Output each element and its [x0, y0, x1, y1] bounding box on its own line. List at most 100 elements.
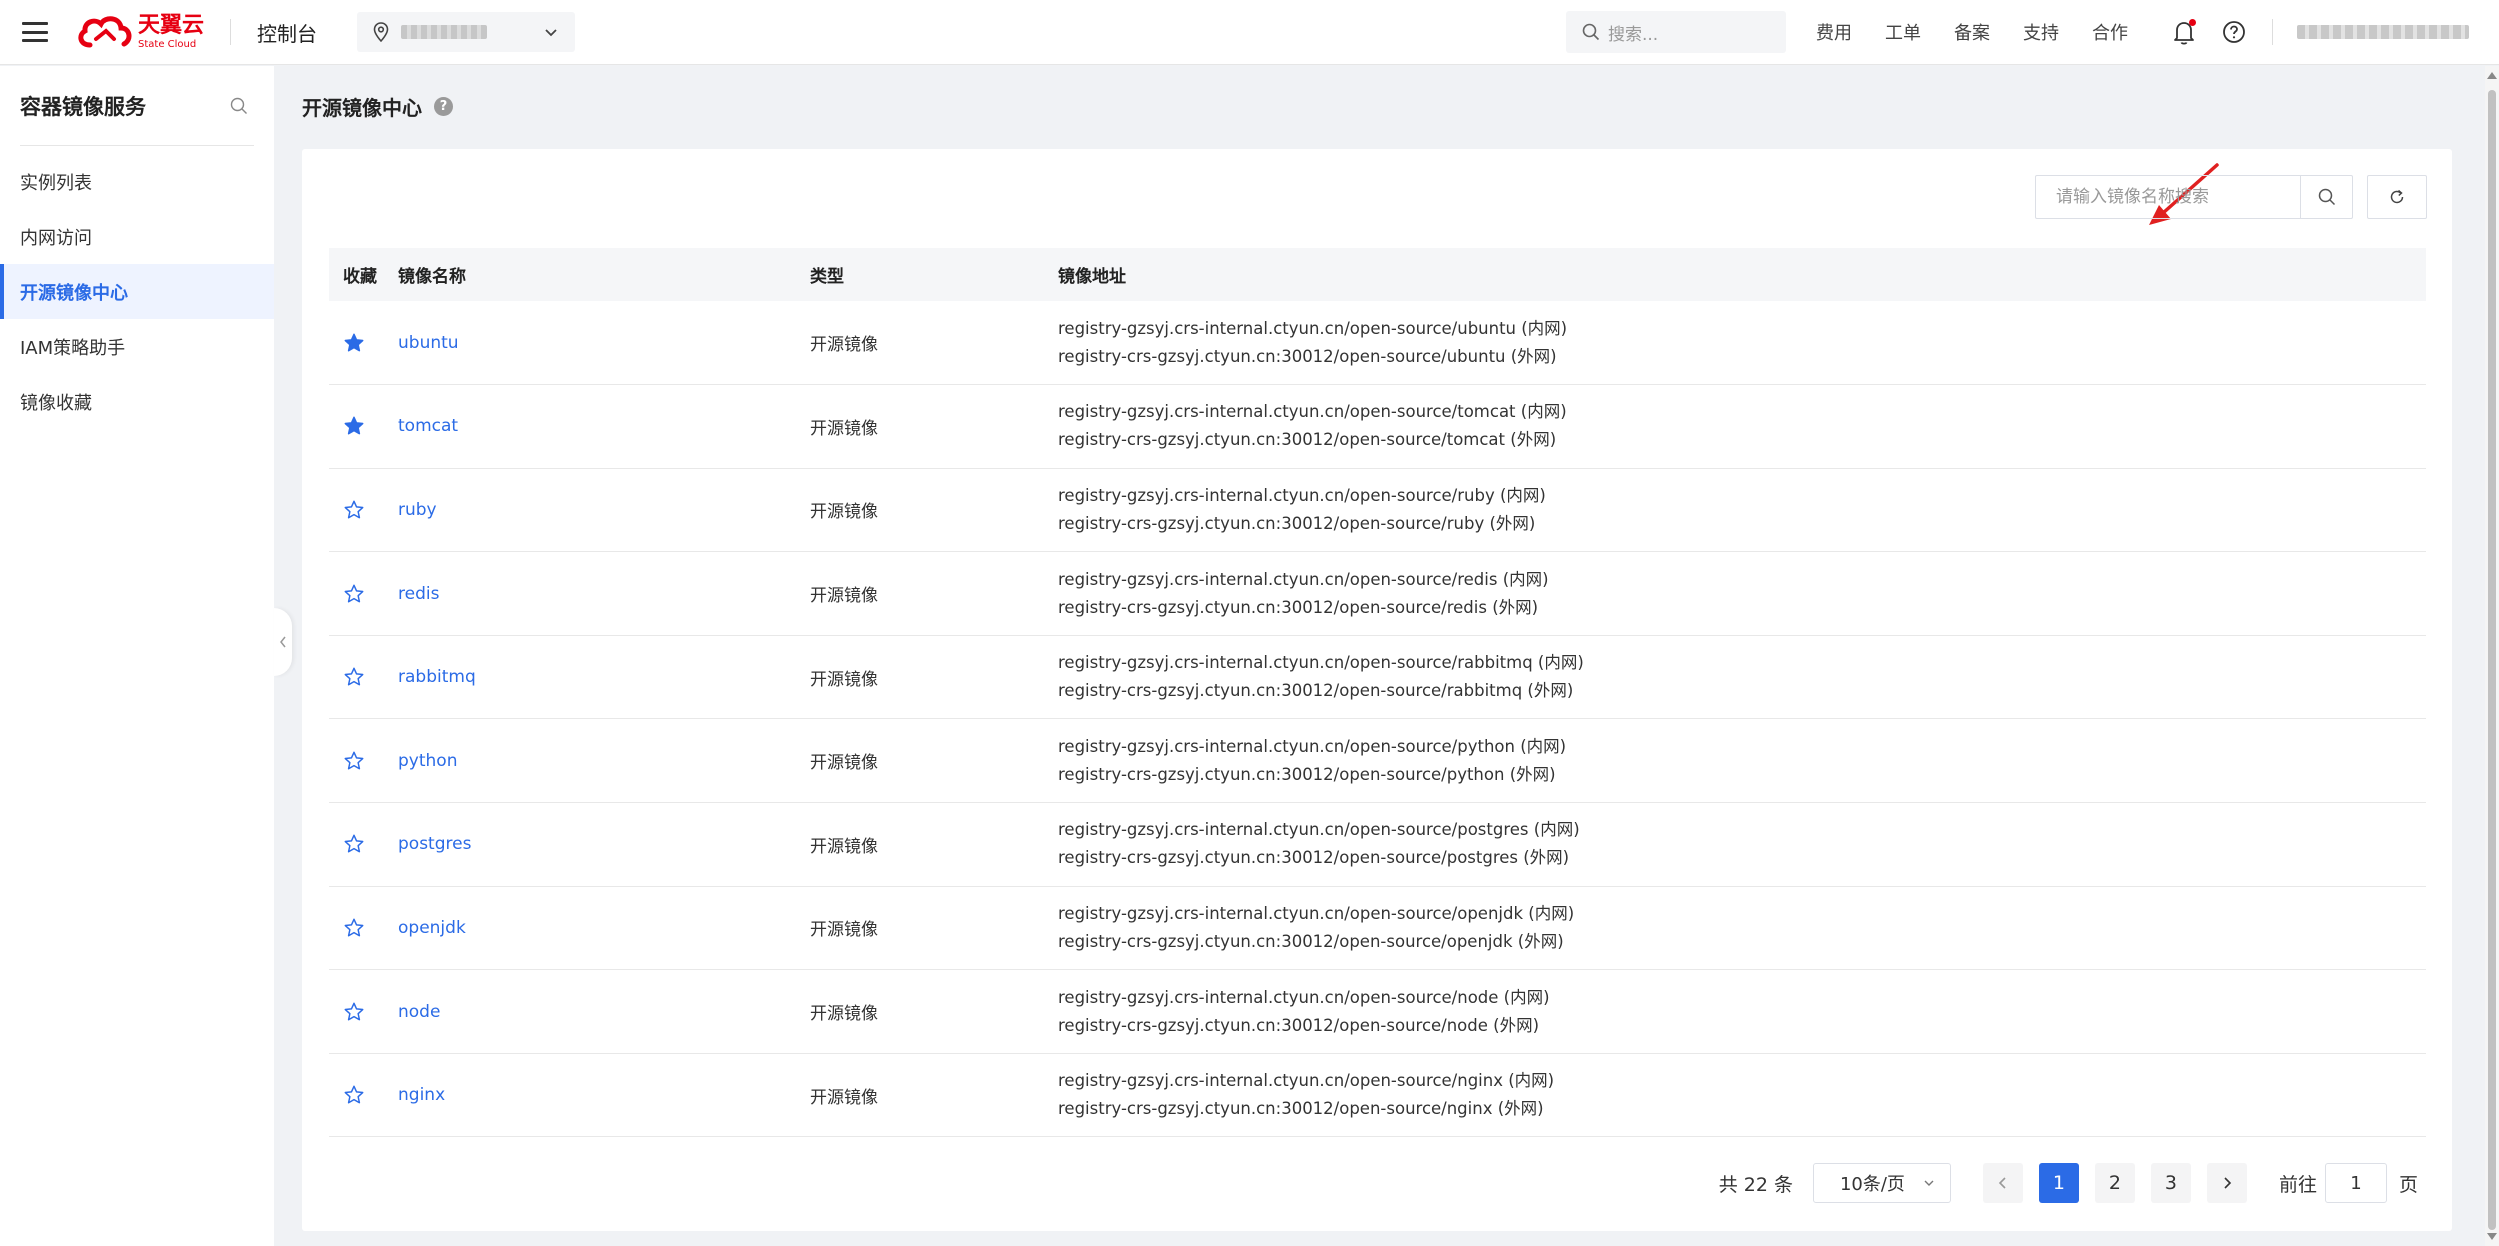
image-name-link[interactable]: nginx — [398, 1085, 445, 1105]
location-pin-icon — [373, 22, 389, 42]
search-icon — [2318, 188, 2335, 206]
image-type: 开源镜像 — [810, 335, 878, 356]
chevron-down-icon — [1924, 1180, 1934, 1186]
table-row: node 开源镜像 registry-gzsyj.crs-internal.ct… — [329, 970, 2426, 1054]
chevron-down-icon — [545, 29, 557, 37]
top-bar: 天翼云 State Cloud 控制台 搜索... 费用 工单 备案 支持 合作 — [0, 0, 2499, 65]
image-name-link[interactable]: python — [398, 751, 457, 771]
page-button-1[interactable]: 1 — [2038, 1163, 2079, 1203]
total-count: 共 22 条 — [1718, 1173, 1793, 1196]
table-row: python 开源镜像 registry-gzsyj.crs-internal.… — [329, 719, 2426, 803]
image-name-link[interactable]: redis — [398, 584, 439, 604]
star-icon[interactable] — [343, 583, 365, 605]
star-icon[interactable] — [343, 499, 365, 521]
sidebar-item-open-source-images[interactable]: 开源镜像中心 — [0, 264, 274, 319]
image-name-link[interactable]: node — [398, 1002, 440, 1022]
sidebar-item-iam-helper[interactable]: IAM策略助手 — [0, 319, 274, 374]
page-scrollbar[interactable] — [2485, 66, 2499, 1246]
address-external: registry-crs-gzsyj.ctyun.cn:30012/open-s… — [1058, 513, 1536, 533]
user-account-redacted[interactable] — [2297, 25, 2469, 39]
logo-text: 天翼云 — [138, 12, 205, 38]
star-icon[interactable] — [343, 332, 365, 354]
address-external: registry-crs-gzsyj.ctyun.cn:30012/open-s… — [1058, 848, 1570, 868]
help-icon[interactable]: ? — [434, 97, 453, 116]
page-size-select[interactable]: 10条/页 — [1812, 1163, 1951, 1203]
image-name-link[interactable]: openjdk — [398, 918, 466, 938]
region-name-redacted — [401, 25, 488, 39]
table-row: rabbitmq 开源镜像 registry-gzsyj.crs-interna… — [329, 635, 2426, 719]
divider — [2272, 19, 2273, 45]
help-icon[interactable] — [2222, 20, 2246, 44]
next-page-button[interactable] — [2206, 1163, 2247, 1203]
image-name-link[interactable]: tomcat — [398, 416, 458, 436]
nav-filing[interactable]: 备案 — [1954, 19, 1990, 45]
cloud-logo-icon — [78, 16, 132, 48]
image-name-link[interactable]: ruby — [398, 500, 437, 520]
region-select[interactable] — [357, 12, 576, 52]
image-name-link[interactable]: ubuntu — [398, 333, 459, 353]
refresh-button[interactable] — [2367, 175, 2427, 219]
sidebar: 容器镜像服务 实例列表 内网访问 开源镜像中心 IAM策略助手 镜像收藏 — [0, 66, 274, 1246]
table-row: openjdk 开源镜像 registry-gzsyj.crs-internal… — [329, 886, 2426, 970]
address-internal: registry-gzsyj.crs-internal.ctyun.cn/ope… — [1058, 318, 1568, 338]
image-search-box — [2035, 175, 2353, 219]
search-icon[interactable] — [230, 97, 248, 115]
search-button[interactable] — [2300, 176, 2352, 218]
table-row: tomcat 开源镜像 registry-gzsyj.crs-internal.… — [329, 385, 2426, 469]
image-name-link[interactable]: rabbitmq — [398, 667, 476, 687]
sidebar-collapse-handle[interactable] — [274, 608, 292, 676]
address-external: registry-crs-gzsyj.ctyun.cn:30012/open-s… — [1058, 764, 1556, 784]
address-internal: registry-gzsyj.crs-internal.ctyun.cn/ope… — [1058, 736, 1567, 756]
sidebar-title: 容器镜像服务 — [20, 94, 146, 119]
table-row: redis 开源镜像 registry-gzsyj.crs-internal.c… — [329, 552, 2426, 636]
scroll-up-icon[interactable] — [2487, 72, 2497, 79]
address-internal: registry-gzsyj.crs-internal.ctyun.cn/ope… — [1058, 569, 1549, 589]
sidebar-item-favorites[interactable]: 镜像收藏 — [0, 374, 274, 429]
image-type: 开源镜像 — [810, 418, 878, 439]
sidebar-item-internal-access[interactable]: 内网访问 — [0, 209, 274, 264]
logo[interactable]: 天翼云 State Cloud — [76, 12, 204, 52]
star-icon[interactable] — [343, 666, 365, 688]
image-name-link[interactable]: postgres — [398, 834, 471, 854]
image-type: 开源镜像 — [810, 920, 878, 941]
nav-support[interactable]: 支持 — [2023, 19, 2059, 45]
address-internal: registry-gzsyj.crs-internal.ctyun.cn/ope… — [1058, 820, 1580, 840]
star-icon[interactable] — [343, 750, 365, 772]
table-row: postgres 开源镜像 registry-gzsyj.crs-interna… — [329, 803, 2426, 887]
page-title: 开源镜像中心 — [302, 96, 422, 120]
star-icon[interactable] — [343, 833, 365, 855]
menu-icon[interactable] — [22, 22, 48, 42]
prev-page-button[interactable] — [1982, 1163, 2023, 1203]
chevron-left-icon — [1998, 1177, 2006, 1189]
col-type: 类型 — [810, 267, 844, 287]
scroll-thumb[interactable] — [2488, 90, 2496, 1230]
scroll-down-icon[interactable] — [2487, 1233, 2497, 1240]
nav-tickets[interactable]: 工单 — [1885, 19, 1921, 45]
address-internal: registry-gzsyj.crs-internal.ctyun.cn/ope… — [1058, 485, 1546, 505]
star-icon[interactable] — [343, 415, 365, 437]
address-external: registry-crs-gzsyj.ctyun.cn:30012/open-s… — [1058, 597, 1539, 617]
content-card: 收藏 镜像名称 类型 镜像地址 ubuntu 开源镜像 registry-gzs… — [302, 149, 2452, 1231]
bell-icon[interactable] — [2172, 19, 2196, 45]
address-external: registry-crs-gzsyj.ctyun.cn:30012/open-s… — [1058, 430, 1557, 450]
notification-dot — [2189, 19, 2196, 26]
image-search-input[interactable] — [2036, 176, 2300, 218]
page-button-3[interactable]: 3 — [2150, 1163, 2191, 1203]
address-internal: registry-gzsyj.crs-internal.ctyun.cn/ope… — [1058, 987, 1550, 1007]
image-table: 收藏 镜像名称 类型 镜像地址 ubuntu 开源镜像 registry-gzs… — [329, 248, 2426, 1137]
col-address: 镜像地址 — [1058, 267, 1126, 287]
col-favorite: 收藏 — [343, 267, 377, 287]
address-external: registry-crs-gzsyj.ctyun.cn:30012/open-s… — [1058, 1015, 1540, 1035]
nav-fees[interactable]: 费用 — [1816, 19, 1852, 45]
nav-partners[interactable]: 合作 — [2092, 19, 2128, 45]
console-link[interactable]: 控制台 — [257, 18, 317, 47]
star-icon[interactable] — [343, 1001, 365, 1023]
star-icon[interactable] — [343, 917, 365, 939]
jump-suffix: 页 — [2398, 1173, 2418, 1196]
jump-page-input[interactable] — [2324, 1163, 2387, 1203]
page-button-2[interactable]: 2 — [2094, 1163, 2135, 1203]
table-row: ruby 开源镜像 registry-gzsyj.crs-internal.ct… — [329, 468, 2426, 552]
star-icon[interactable] — [343, 1084, 365, 1106]
sidebar-item-instances[interactable]: 实例列表 — [0, 154, 274, 209]
global-search-input[interactable]: 搜索... — [1566, 11, 1786, 53]
